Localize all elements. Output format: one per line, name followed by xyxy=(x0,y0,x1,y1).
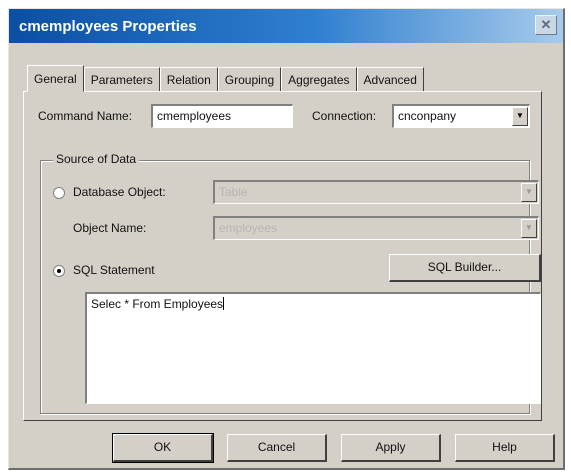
object-name-label: Object Name: xyxy=(73,221,147,235)
chevron-down-icon[interactable]: ▼ xyxy=(521,183,537,202)
general-tab-panel: Command Name: cmemployees Connection: cn… xyxy=(23,91,542,421)
text-caret xyxy=(223,297,225,310)
source-of-data-group: Source of Data Database Object: Table ▼ … xyxy=(40,152,541,414)
sql-statement-radio[interactable] xyxy=(53,265,65,277)
chevron-down-icon[interactable]: ▼ xyxy=(512,107,528,126)
connection-label: Connection: xyxy=(312,109,377,123)
sql-statement-textarea[interactable]: Selec * From Employees xyxy=(85,292,541,404)
tab-general[interactable]: General xyxy=(27,65,84,92)
database-object-radio[interactable] xyxy=(53,187,65,199)
tab-grouping[interactable]: Grouping xyxy=(217,67,282,91)
connection-select[interactable]: cnconpany ▼ xyxy=(392,104,530,128)
database-object-select[interactable]: Table ▼ xyxy=(213,180,539,204)
properties-dialog: cmemployees Properties ✕ General Paramet… xyxy=(8,8,565,470)
sql-statement-text: Selec * From Employees xyxy=(91,297,224,311)
tab-aggregates[interactable]: Aggregates xyxy=(281,67,357,91)
tab-advanced-label: Advanced xyxy=(363,73,417,87)
help-button[interactable]: Help xyxy=(455,434,555,462)
tab-parameters[interactable]: Parameters xyxy=(83,67,160,91)
sql-builder-button[interactable]: SQL Builder... xyxy=(389,254,541,282)
tab-general-label: General xyxy=(34,72,77,86)
database-object-label: Database Object: xyxy=(73,185,166,199)
tab-grouping-label: Grouping xyxy=(224,73,275,87)
object-name-select[interactable]: employees ▼ xyxy=(213,216,539,240)
cancel-button[interactable]: Cancel xyxy=(227,434,327,462)
source-of-data-label: Source of Data xyxy=(53,152,140,166)
close-icon[interactable]: ✕ xyxy=(535,15,557,35)
window-title: cmemployees Properties xyxy=(19,18,197,35)
object-name-value: employees xyxy=(219,221,278,235)
command-name-label: Command Name: xyxy=(38,109,133,123)
tab-relation[interactable]: Relation xyxy=(159,67,218,91)
connection-value: cnconpany xyxy=(398,109,457,123)
title-bar: cmemployees Properties ✕ xyxy=(9,9,563,43)
tab-advanced[interactable]: Advanced xyxy=(356,67,424,91)
tab-strip: General Parameters Relation Grouping Agg… xyxy=(27,65,424,92)
tab-aggregates-label: Aggregates xyxy=(288,73,350,87)
chevron-down-icon[interactable]: ▼ xyxy=(521,219,537,238)
apply-button[interactable]: Apply xyxy=(341,434,441,462)
command-name-input[interactable]: cmemployees xyxy=(151,104,293,128)
ok-button[interactable]: OK xyxy=(112,433,214,463)
tab-relation-label: Relation xyxy=(166,73,211,87)
database-object-value: Table xyxy=(219,185,248,199)
sql-statement-label: SQL Statement xyxy=(73,263,155,277)
tab-parameters-label: Parameters xyxy=(90,73,153,87)
